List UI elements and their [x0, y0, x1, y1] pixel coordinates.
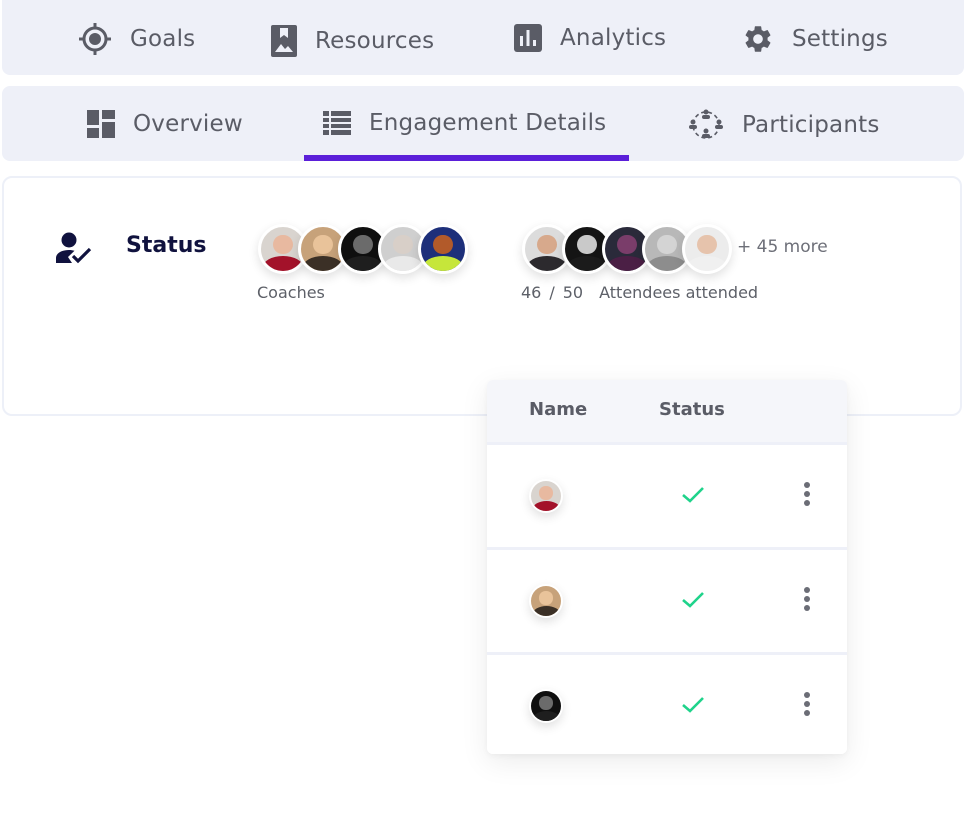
- list-icon: [323, 111, 351, 135]
- nav-label-settings: Settings: [792, 26, 888, 52]
- avatar-body: [532, 500, 560, 511]
- more-attendees-link[interactable]: + 45 more: [737, 237, 828, 257]
- group-circle-icon: [688, 108, 724, 142]
- avatar-face: [537, 234, 557, 255]
- avatar-face: [393, 234, 413, 255]
- row-avatar[interactable]: [529, 689, 563, 723]
- avatar-body: [263, 256, 303, 271]
- avatar-face: [539, 486, 553, 500]
- avatar-body: [532, 605, 560, 616]
- avatar-body: [532, 710, 560, 721]
- attended-count: 46: [521, 283, 542, 302]
- avatar-face: [657, 234, 677, 255]
- avatar-face: [697, 234, 717, 255]
- table-header: Name Status: [487, 380, 847, 445]
- nav-item-settings[interactable]: Settings: [742, 23, 888, 55]
- avatar-face: [539, 696, 553, 710]
- avatar-body: [607, 256, 647, 271]
- avatar-face: [577, 234, 597, 255]
- avatar-body: [303, 256, 343, 271]
- crosshair-target-icon: [78, 22, 112, 56]
- nav-label-resources: Resources: [315, 28, 435, 54]
- avatar-face: [353, 234, 373, 255]
- tab-label-engagement-details: Engagement Details: [369, 110, 607, 136]
- coach-avatar[interactable]: [418, 224, 468, 274]
- avatar-body: [383, 256, 423, 271]
- attended-total: 50: [562, 283, 584, 302]
- nav-item-goals[interactable]: Goals: [78, 22, 195, 56]
- column-header-name[interactable]: Name: [529, 399, 587, 420]
- check-icon: [681, 485, 705, 509]
- nav-item-resources[interactable]: Resources: [271, 25, 434, 57]
- gear-icon: [742, 23, 774, 55]
- more-options-icon[interactable]: [803, 691, 811, 721]
- coaches-label: Coaches: [257, 283, 325, 302]
- attended-separator: /: [549, 283, 555, 302]
- nav-label-goals: Goals: [130, 26, 196, 52]
- coaches-avatar-group[interactable]: [258, 224, 468, 274]
- attendees-avatar-group[interactable]: [522, 224, 732, 274]
- dashboard-grid-icon: [87, 110, 115, 138]
- avatar-body: [567, 256, 607, 271]
- table-row[interactable]: [487, 655, 847, 754]
- avatar-face: [433, 234, 453, 255]
- tab-engagement-details[interactable]: Engagement Details: [323, 110, 606, 136]
- row-avatar[interactable]: [529, 584, 563, 618]
- avatar-face: [617, 234, 637, 255]
- attended-label: Attendees attended: [599, 283, 759, 302]
- attendance-popup-table: Name Status: [487, 380, 847, 754]
- avatar-face: [539, 591, 553, 605]
- bar-chart-icon: [514, 24, 542, 52]
- table-row[interactable]: [487, 550, 847, 655]
- table-row[interactable]: [487, 445, 847, 550]
- check-icon: [681, 695, 705, 719]
- nav-item-analytics[interactable]: Analytics: [514, 24, 666, 52]
- avatar-body: [343, 256, 383, 271]
- nav-label-analytics: Analytics: [560, 25, 667, 51]
- avatar-face: [313, 234, 333, 255]
- tab-overview[interactable]: Overview: [87, 110, 243, 138]
- column-header-status[interactable]: Status: [659, 399, 725, 420]
- check-icon: [681, 590, 705, 614]
- row-avatar[interactable]: [529, 479, 563, 513]
- tab-label-overview: Overview: [133, 111, 243, 137]
- bookmark-image-icon: [271, 25, 297, 57]
- tab-participants[interactable]: Participants: [688, 108, 880, 142]
- active-tab-indicator: [304, 155, 629, 161]
- attendee-avatar[interactable]: [682, 224, 732, 274]
- avatar-body: [527, 256, 567, 271]
- more-options-icon[interactable]: [803, 586, 811, 616]
- avatar-body: [687, 256, 727, 271]
- user-check-icon: [55, 232, 93, 268]
- status-title: Status: [126, 233, 207, 258]
- tab-label-participants: Participants: [742, 112, 880, 138]
- avatar-face: [273, 234, 293, 255]
- attendance-summary: 46 / 50 Attendees attended: [521, 283, 758, 302]
- avatar-body: [423, 256, 463, 271]
- avatar-body: [647, 256, 687, 271]
- more-options-icon[interactable]: [803, 481, 811, 511]
